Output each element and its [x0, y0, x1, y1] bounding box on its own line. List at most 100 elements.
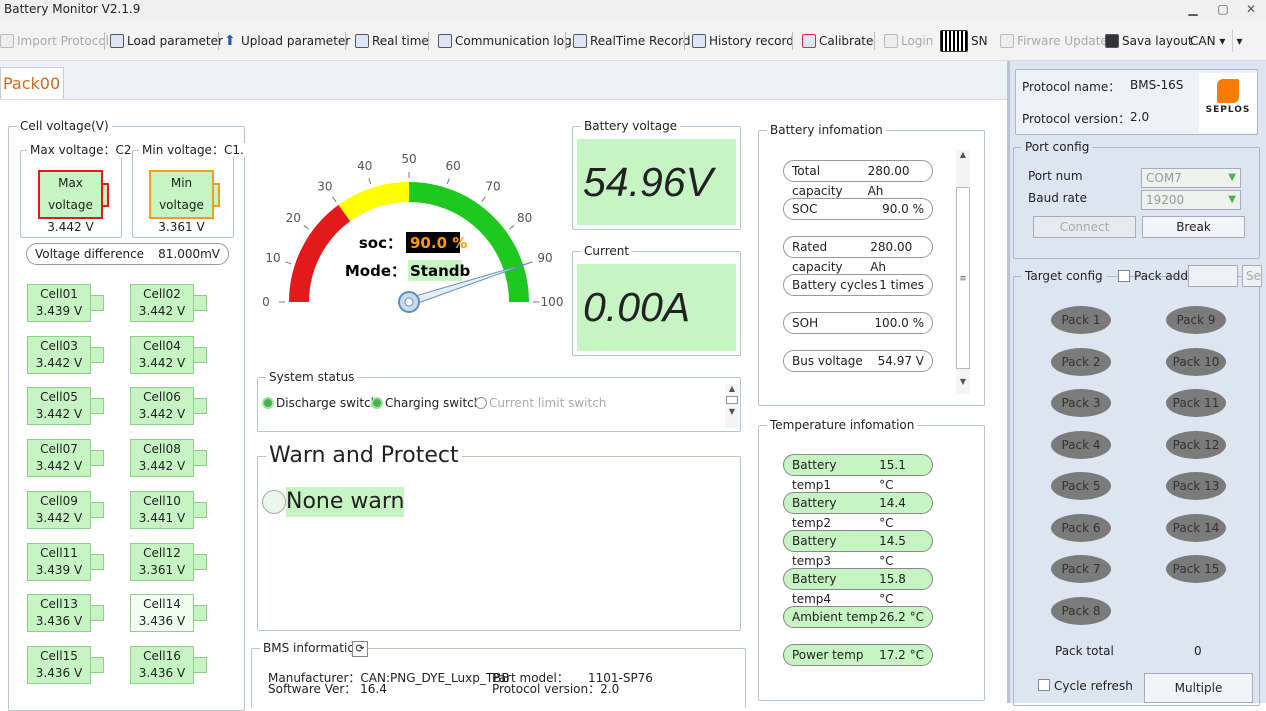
- toolbar-divider: [428, 32, 429, 50]
- pack-button[interactable]: Pack 12: [1166, 430, 1226, 459]
- real-time-button[interactable]: Real time: [355, 30, 429, 52]
- discharge-switch: Discharge switch: [262, 396, 378, 410]
- cell-voltage: 3.442 V: [138, 459, 186, 474]
- pack-addr-input[interactable]: [1188, 265, 1238, 287]
- gauge-tick: [446, 178, 450, 185]
- cell-block: Cell03 3.442 V: [27, 335, 104, 374]
- login-button[interactable]: Login: [884, 30, 933, 52]
- cell-block: Cell01 3.439 V: [27, 284, 104, 322]
- info-row: SOH 100.0 %: [783, 312, 933, 334]
- tab-pack00[interactable]: Pack00: [0, 67, 64, 99]
- cell-name: Cell03: [40, 338, 78, 353]
- firmware-update-button[interactable]: Firware Update: [1000, 30, 1108, 52]
- minimize-button[interactable]: ▁: [1182, 0, 1204, 18]
- cell-voltage: 3.442 V: [35, 355, 83, 370]
- scroll-up-icon[interactable]: ▲: [725, 384, 739, 393]
- history-icon: [692, 34, 706, 48]
- chevron-down-icon: ▾: [1236, 34, 1243, 48]
- info-key: SOH: [792, 316, 819, 330]
- status-scrollbar[interactable]: ▲ ▼: [725, 384, 739, 428]
- scroll-thumb[interactable]: [726, 396, 738, 404]
- chevron-down-icon: ▼: [1228, 194, 1236, 205]
- checkbox-icon: [355, 34, 369, 48]
- pack-button[interactable]: Pack 1: [1051, 306, 1111, 334]
- toolbar-divider: [565, 32, 566, 50]
- close-button[interactable]: ✕: [1240, 0, 1262, 18]
- connect-button[interactable]: Connect: [1033, 216, 1136, 238]
- refresh-icon[interactable]: ⟳: [352, 641, 368, 657]
- info-value: 280.00 Ah: [870, 240, 913, 274]
- info-value: 26.2 °C: [879, 610, 924, 624]
- info-key: Battery temp4: [792, 572, 837, 606]
- min-voltage-title: Min voltage：C1.: [139, 143, 247, 157]
- info-key: Power temp: [792, 648, 864, 662]
- toolbar-divider: [684, 32, 685, 50]
- cell-block: Cell05 3.442 V: [27, 387, 104, 426]
- pack-button[interactable]: Pack 10: [1166, 347, 1226, 376]
- realtime-record-button[interactable]: RealTime Record: [573, 30, 691, 52]
- pack-button[interactable]: Pack 5: [1051, 472, 1111, 500]
- multiple-button[interactable]: Multiple: [1144, 673, 1253, 703]
- can-label: CAN: [1190, 34, 1216, 48]
- scroll-up-icon[interactable]: ▲: [956, 150, 970, 159]
- toolbar-overflow-button[interactable]: ▾: [1232, 30, 1246, 52]
- battery-info-scrollbar[interactable]: ▲ ≡ ▼: [956, 150, 970, 394]
- history-record-button[interactable]: History record: [692, 30, 794, 52]
- communication-log-button[interactable]: Communication log: [438, 30, 572, 52]
- info-value: 14.4 °C: [879, 496, 906, 530]
- protocol-version-value: 2.0: [600, 682, 620, 696]
- history-record-label: History record: [709, 34, 794, 48]
- upload-arrow-icon: ⬆: [224, 33, 236, 49]
- port-num-select[interactable]: COM7 ▼: [1141, 168, 1241, 188]
- pack-button[interactable]: Pack 11: [1166, 389, 1226, 417]
- pack-button[interactable]: Pack 8: [1051, 596, 1111, 625]
- pack-button[interactable]: Pack 15: [1166, 555, 1226, 583]
- pack-button[interactable]: Pack 13: [1166, 472, 1226, 500]
- gauge-tick: [285, 261, 292, 265]
- calibrate-button[interactable]: Calibrate: [802, 30, 873, 52]
- info-row: Bus voltage 54.97 V: [783, 350, 933, 372]
- pack-button[interactable]: Pack 2: [1051, 347, 1111, 376]
- voltage-difference: Voltage difference 81.000mV: [26, 243, 229, 265]
- sn-button[interactable]: SN: [940, 30, 988, 52]
- charging-switch-label: Charging switch: [385, 396, 482, 410]
- cell-voltage: 3.436 V: [138, 665, 186, 680]
- gauge-tick: [509, 225, 515, 230]
- break-button[interactable]: Break: [1142, 216, 1245, 238]
- pack-button[interactable]: Pack 14: [1166, 513, 1226, 542]
- cell-voltage: 3.436 V: [35, 614, 83, 629]
- baud-rate-value: 19200: [1146, 193, 1185, 207]
- cycle-refresh-label: Cycle refresh: [1054, 679, 1133, 693]
- info-key: Ambient temp: [792, 610, 878, 624]
- protocol-name-value: BMS-16S: [1130, 78, 1184, 92]
- scroll-down-icon[interactable]: ▼: [956, 377, 970, 386]
- baud-rate-select[interactable]: 19200 ▼: [1141, 190, 1241, 210]
- cycle-refresh-checkbox[interactable]: [1038, 679, 1050, 691]
- barcode-icon: [940, 30, 968, 52]
- upload-parameter-button[interactable]: ⬆ Upload parameter: [224, 30, 350, 52]
- import-protocol-button[interactable]: Import Protocol: [0, 30, 109, 52]
- scroll-thumb[interactable]: ≡: [956, 187, 970, 369]
- set-button[interactable]: Se: [1242, 265, 1262, 287]
- record-icon: [573, 34, 587, 48]
- maximize-button[interactable]: ▢: [1212, 0, 1234, 18]
- port-num-value: COM7: [1146, 171, 1182, 185]
- info-key: Battery temp1: [792, 458, 837, 492]
- pack-button[interactable]: Pack 7: [1051, 555, 1111, 583]
- pack-button[interactable]: Pack 9: [1166, 306, 1226, 334]
- pack-button[interactable]: Pack 3: [1051, 389, 1111, 417]
- sava-layout-button[interactable]: Sava layout: [1105, 30, 1193, 52]
- pack-button[interactable]: Pack 6: [1051, 513, 1111, 542]
- scroll-down-icon[interactable]: ▼: [725, 407, 739, 416]
- current-value: 0.00A: [577, 264, 736, 351]
- pack-button[interactable]: Pack 4: [1051, 430, 1111, 459]
- cell-block: Cell11 3.439 V: [27, 542, 104, 581]
- right-panel: Protocol name： BMS-16S Protocol version：…: [1007, 61, 1266, 706]
- pack-addr-checkbox[interactable]: [1118, 270, 1130, 282]
- gauge-tick-label: 60: [446, 159, 461, 173]
- can-dropdown[interactable]: CAN ▾: [1190, 30, 1225, 52]
- battery-voltage-title: Battery voltage: [581, 119, 681, 133]
- system-status-group: System status Discharge switch Charging …: [257, 370, 741, 432]
- login-icon: [884, 34, 898, 48]
- load-parameter-button[interactable]: Load parameter: [110, 30, 223, 52]
